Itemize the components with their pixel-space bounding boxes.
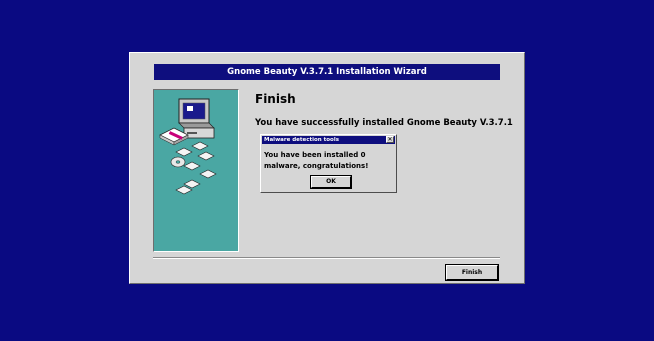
installation-wizard-window: Gnome Beauty V.3.7.1 Installation Wizard [129, 52, 525, 284]
finish-button[interactable]: Finish [445, 264, 499, 281]
success-message: You have successfully installed Gnome Be… [255, 118, 513, 128]
dialog-title-bar: Malware detection tools ✕ [262, 136, 395, 144]
computer-with-disks-icon [159, 98, 217, 195]
wizard-side-panel [153, 89, 239, 252]
close-icon[interactable]: ✕ [386, 136, 394, 143]
wizard-title-bar: Gnome Beauty V.3.7.1 Installation Wizard [154, 64, 500, 80]
dialog-title: Malware detection tools [264, 137, 339, 143]
desktop: Gnome Beauty V.3.7.1 Installation Wizard [0, 0, 654, 341]
divider [153, 257, 500, 259]
malware-dialog: Malware detection tools ✕ You have been … [260, 134, 397, 193]
dialog-message: You have been installed 0 malware, congr… [264, 150, 384, 172]
dialog-message-line: You have been installed 0 [264, 151, 366, 159]
ok-button[interactable]: OK [310, 175, 352, 189]
page-heading: Finish [255, 92, 296, 106]
dialog-message-line: malware, congratulations! [264, 162, 369, 170]
